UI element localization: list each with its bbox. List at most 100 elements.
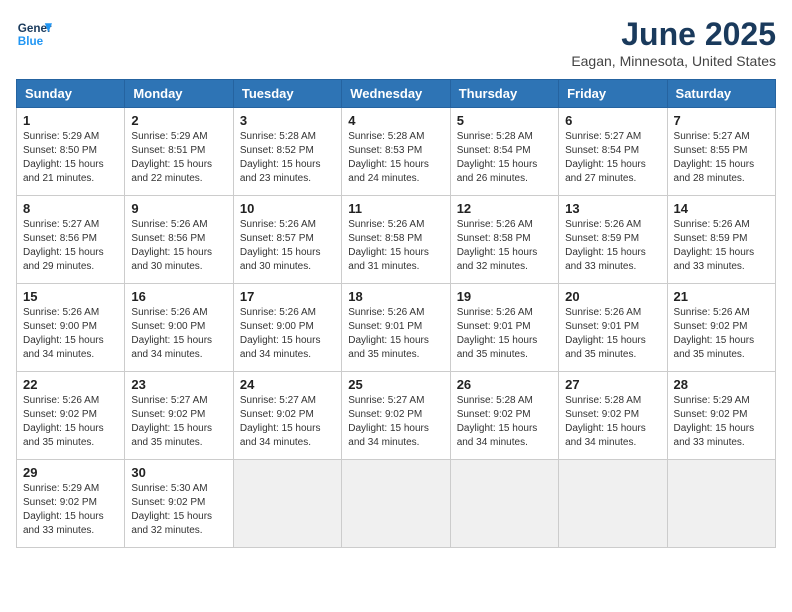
- day-number: 21: [674, 289, 769, 304]
- day-number: 25: [348, 377, 443, 392]
- day-number: 19: [457, 289, 552, 304]
- day-info: Sunrise: 5:28 AM Sunset: 8:52 PM Dayligh…: [240, 130, 335, 186]
- day-info: Sunrise: 5:28 AM Sunset: 8:54 PM Dayligh…: [457, 130, 552, 186]
- day-number: 28: [674, 377, 769, 392]
- day-number: 6: [565, 113, 660, 128]
- table-row: 17 Sunrise: 5:26 AM Sunset: 9:00 PM Dayl…: [233, 284, 341, 372]
- week-row-2: 8 Sunrise: 5:27 AM Sunset: 8:56 PM Dayli…: [17, 196, 776, 284]
- day-info: Sunrise: 5:28 AM Sunset: 9:02 PM Dayligh…: [457, 394, 552, 450]
- day-number: 22: [23, 377, 118, 392]
- day-number: 10: [240, 201, 335, 216]
- table-row: 11 Sunrise: 5:26 AM Sunset: 8:58 PM Dayl…: [342, 196, 450, 284]
- day-number: 29: [23, 465, 118, 480]
- weekday-header-row: Sunday Monday Tuesday Wednesday Thursday…: [17, 80, 776, 108]
- day-number: 9: [131, 201, 226, 216]
- header-saturday: Saturday: [667, 80, 775, 108]
- table-row: 10 Sunrise: 5:26 AM Sunset: 8:57 PM Dayl…: [233, 196, 341, 284]
- table-row: 30 Sunrise: 5:30 AM Sunset: 9:02 PM Dayl…: [125, 460, 233, 548]
- day-info: Sunrise: 5:28 AM Sunset: 8:53 PM Dayligh…: [348, 130, 443, 186]
- table-row: [233, 460, 341, 548]
- page-title: June 2025: [571, 16, 776, 53]
- day-info: Sunrise: 5:26 AM Sunset: 8:59 PM Dayligh…: [565, 218, 660, 274]
- day-number: 30: [131, 465, 226, 480]
- table-row: [667, 460, 775, 548]
- table-row: 13 Sunrise: 5:26 AM Sunset: 8:59 PM Dayl…: [559, 196, 667, 284]
- day-number: 14: [674, 201, 769, 216]
- day-number: 24: [240, 377, 335, 392]
- day-info: Sunrise: 5:26 AM Sunset: 9:01 PM Dayligh…: [457, 306, 552, 362]
- day-number: 17: [240, 289, 335, 304]
- day-number: 11: [348, 201, 443, 216]
- day-info: Sunrise: 5:28 AM Sunset: 9:02 PM Dayligh…: [565, 394, 660, 450]
- day-info: Sunrise: 5:26 AM Sunset: 9:00 PM Dayligh…: [131, 306, 226, 362]
- logo-icon: General Blue: [16, 16, 52, 52]
- day-info: Sunrise: 5:26 AM Sunset: 8:59 PM Dayligh…: [674, 218, 769, 274]
- table-row: 28 Sunrise: 5:29 AM Sunset: 9:02 PM Dayl…: [667, 372, 775, 460]
- header-wednesday: Wednesday: [342, 80, 450, 108]
- table-row: 5 Sunrise: 5:28 AM Sunset: 8:54 PM Dayli…: [450, 108, 558, 196]
- table-row: 15 Sunrise: 5:26 AM Sunset: 9:00 PM Dayl…: [17, 284, 125, 372]
- day-info: Sunrise: 5:26 AM Sunset: 9:01 PM Dayligh…: [348, 306, 443, 362]
- day-number: 2: [131, 113, 226, 128]
- day-number: 20: [565, 289, 660, 304]
- table-row: [450, 460, 558, 548]
- day-info: Sunrise: 5:27 AM Sunset: 9:02 PM Dayligh…: [131, 394, 226, 450]
- day-number: 27: [565, 377, 660, 392]
- day-info: Sunrise: 5:29 AM Sunset: 8:50 PM Dayligh…: [23, 130, 118, 186]
- day-info: Sunrise: 5:27 AM Sunset: 9:02 PM Dayligh…: [240, 394, 335, 450]
- table-row: 27 Sunrise: 5:28 AM Sunset: 9:02 PM Dayl…: [559, 372, 667, 460]
- table-row: [559, 460, 667, 548]
- table-row: 14 Sunrise: 5:26 AM Sunset: 8:59 PM Dayl…: [667, 196, 775, 284]
- header-monday: Monday: [125, 80, 233, 108]
- table-row: 19 Sunrise: 5:26 AM Sunset: 9:01 PM Dayl…: [450, 284, 558, 372]
- table-row: 21 Sunrise: 5:26 AM Sunset: 9:02 PM Dayl…: [667, 284, 775, 372]
- day-info: Sunrise: 5:27 AM Sunset: 8:56 PM Dayligh…: [23, 218, 118, 274]
- calendar: Sunday Monday Tuesday Wednesday Thursday…: [16, 79, 776, 548]
- day-info: Sunrise: 5:26 AM Sunset: 9:00 PM Dayligh…: [240, 306, 335, 362]
- table-row: 1 Sunrise: 5:29 AM Sunset: 8:50 PM Dayli…: [17, 108, 125, 196]
- day-info: Sunrise: 5:26 AM Sunset: 8:58 PM Dayligh…: [348, 218, 443, 274]
- table-row: 6 Sunrise: 5:27 AM Sunset: 8:54 PM Dayli…: [559, 108, 667, 196]
- day-info: Sunrise: 5:27 AM Sunset: 8:54 PM Dayligh…: [565, 130, 660, 186]
- day-number: 12: [457, 201, 552, 216]
- table-row: 12 Sunrise: 5:26 AM Sunset: 8:58 PM Dayl…: [450, 196, 558, 284]
- day-info: Sunrise: 5:26 AM Sunset: 8:58 PM Dayligh…: [457, 218, 552, 274]
- table-row: 4 Sunrise: 5:28 AM Sunset: 8:53 PM Dayli…: [342, 108, 450, 196]
- day-number: 16: [131, 289, 226, 304]
- table-row: [342, 460, 450, 548]
- day-info: Sunrise: 5:30 AM Sunset: 9:02 PM Dayligh…: [131, 482, 226, 538]
- table-row: 18 Sunrise: 5:26 AM Sunset: 9:01 PM Dayl…: [342, 284, 450, 372]
- week-row-1: 1 Sunrise: 5:29 AM Sunset: 8:50 PM Dayli…: [17, 108, 776, 196]
- week-row-5: 29 Sunrise: 5:29 AM Sunset: 9:02 PM Dayl…: [17, 460, 776, 548]
- header-thursday: Thursday: [450, 80, 558, 108]
- logo: General Blue: [16, 16, 52, 52]
- day-info: Sunrise: 5:27 AM Sunset: 9:02 PM Dayligh…: [348, 394, 443, 450]
- table-row: 24 Sunrise: 5:27 AM Sunset: 9:02 PM Dayl…: [233, 372, 341, 460]
- table-row: 9 Sunrise: 5:26 AM Sunset: 8:56 PM Dayli…: [125, 196, 233, 284]
- day-number: 5: [457, 113, 552, 128]
- day-number: 23: [131, 377, 226, 392]
- day-number: 13: [565, 201, 660, 216]
- title-area: June 2025 Eagan, Minnesota, United State…: [571, 16, 776, 69]
- day-number: 15: [23, 289, 118, 304]
- header-friday: Friday: [559, 80, 667, 108]
- day-info: Sunrise: 5:29 AM Sunset: 9:02 PM Dayligh…: [23, 482, 118, 538]
- day-info: Sunrise: 5:27 AM Sunset: 8:55 PM Dayligh…: [674, 130, 769, 186]
- table-row: 25 Sunrise: 5:27 AM Sunset: 9:02 PM Dayl…: [342, 372, 450, 460]
- day-info: Sunrise: 5:26 AM Sunset: 8:57 PM Dayligh…: [240, 218, 335, 274]
- page-subtitle: Eagan, Minnesota, United States: [571, 53, 776, 69]
- day-number: 8: [23, 201, 118, 216]
- week-row-3: 15 Sunrise: 5:26 AM Sunset: 9:00 PM Dayl…: [17, 284, 776, 372]
- svg-text:Blue: Blue: [18, 35, 44, 48]
- table-row: 22 Sunrise: 5:26 AM Sunset: 9:02 PM Dayl…: [17, 372, 125, 460]
- day-number: 26: [457, 377, 552, 392]
- table-row: 20 Sunrise: 5:26 AM Sunset: 9:01 PM Dayl…: [559, 284, 667, 372]
- day-info: Sunrise: 5:29 AM Sunset: 8:51 PM Dayligh…: [131, 130, 226, 186]
- day-info: Sunrise: 5:26 AM Sunset: 8:56 PM Dayligh…: [131, 218, 226, 274]
- day-number: 3: [240, 113, 335, 128]
- header: General Blue June 2025 Eagan, Minnesota,…: [16, 16, 776, 69]
- day-info: Sunrise: 5:26 AM Sunset: 9:01 PM Dayligh…: [565, 306, 660, 362]
- day-info: Sunrise: 5:26 AM Sunset: 9:02 PM Dayligh…: [23, 394, 118, 450]
- table-row: 8 Sunrise: 5:27 AM Sunset: 8:56 PM Dayli…: [17, 196, 125, 284]
- table-row: 3 Sunrise: 5:28 AM Sunset: 8:52 PM Dayli…: [233, 108, 341, 196]
